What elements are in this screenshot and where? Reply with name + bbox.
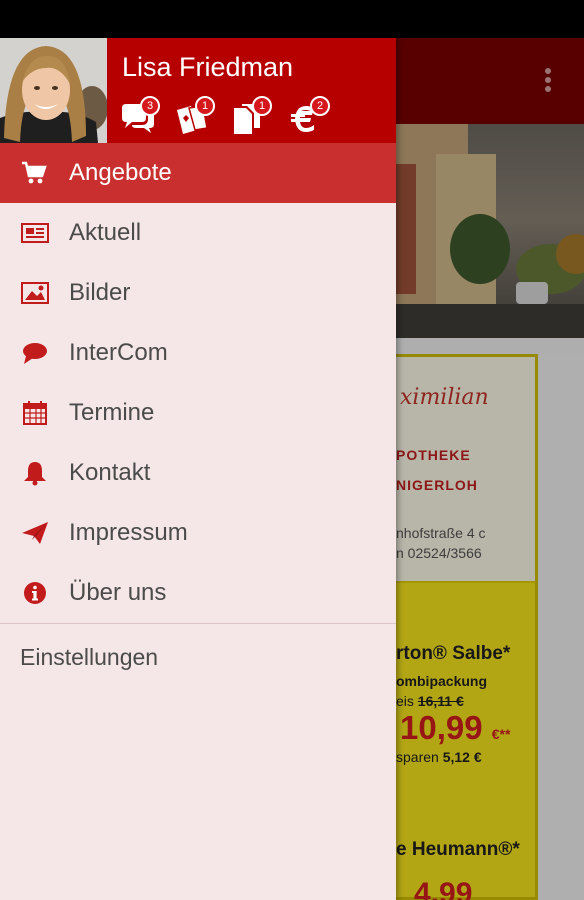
menu-item-label: Kontakt — [69, 459, 151, 486]
cards-count-badge: 1 — [195, 96, 215, 116]
menu-divider — [0, 623, 396, 624]
navigation-drawer: Lisa Friedman 3 1 1 2 Angebote Aktuell B… — [0, 38, 396, 900]
menu-item-angebote[interactable]: Angebote — [0, 143, 396, 203]
menu-item-label: Aktuell — [69, 219, 142, 246]
status-bar — [0, 0, 584, 38]
drawer-scrim[interactable] — [396, 38, 584, 900]
info-icon — [20, 580, 48, 606]
menu-item-kontakt[interactable]: Kontakt — [0, 443, 396, 503]
payments-count-badge: 2 — [310, 96, 330, 116]
menu-item-label: InterCom — [69, 339, 168, 366]
payments-badge[interactable]: 2 — [290, 96, 330, 134]
newspaper-icon — [20, 220, 49, 246]
menu-item-intercom[interactable]: InterCom — [0, 323, 396, 383]
menu-item-label: Über uns — [69, 579, 167, 606]
documents-badge[interactable]: 1 — [232, 96, 272, 134]
menu-item-bilder[interactable]: Bilder — [0, 263, 396, 323]
drawer-header: Lisa Friedman 3 1 1 2 — [0, 38, 396, 143]
paper-plane-icon — [20, 520, 48, 546]
menu-item-label: Impressum — [69, 519, 188, 546]
chat-icon — [20, 340, 48, 366]
bell-icon — [20, 460, 48, 486]
user-name: Lisa Friedman — [122, 52, 294, 82]
cart-icon — [20, 160, 48, 186]
picture-icon — [20, 280, 49, 306]
menu-item-aktuell[interactable]: Aktuell — [0, 203, 396, 263]
avatar[interactable] — [0, 38, 107, 143]
menu-item-label: Angebote — [69, 159, 172, 186]
messages-badge[interactable]: 3 — [120, 96, 160, 134]
messages-count-badge: 3 — [140, 96, 160, 116]
menu-item-ueber-uns[interactable]: Über uns — [0, 563, 396, 623]
menu-item-impressum[interactable]: Impressum — [0, 503, 396, 563]
settings-item[interactable]: Einstellungen — [20, 644, 158, 671]
menu-item-termine[interactable]: Termine — [0, 383, 396, 443]
drawer-menu: Angebote Aktuell Bilder InterCom Termine — [0, 143, 396, 623]
calendar-icon — [20, 400, 48, 426]
menu-item-label: Termine — [69, 399, 155, 426]
menu-item-label: Bilder — [69, 279, 131, 306]
cards-badge[interactable]: 1 — [175, 96, 215, 134]
documents-count-badge: 1 — [252, 96, 272, 116]
